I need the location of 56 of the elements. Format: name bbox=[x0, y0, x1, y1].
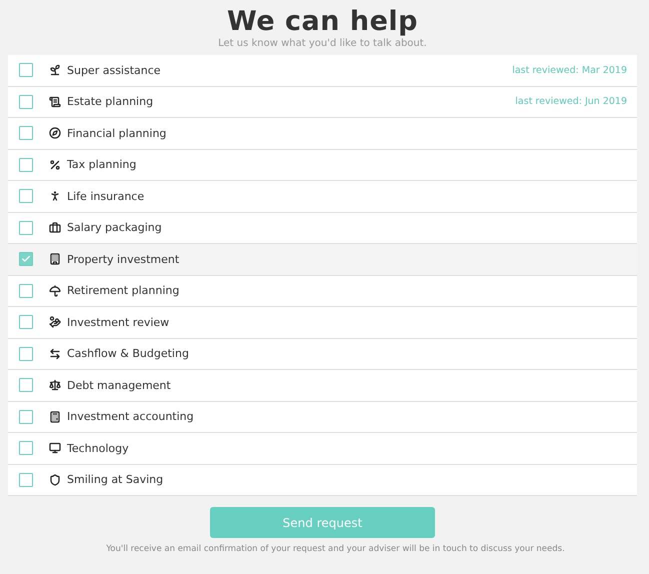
hand-coins-icon bbox=[49, 316, 61, 328]
sprout-icon bbox=[49, 64, 61, 76]
compass-icon bbox=[49, 127, 61, 140]
topic-label: Property investment bbox=[67, 252, 180, 266]
topic-row[interactable]: Tax planning bbox=[8, 150, 637, 181]
checkbox[interactable] bbox=[19, 410, 33, 424]
building-icon bbox=[49, 253, 61, 266]
checkbox[interactable] bbox=[19, 441, 33, 456]
checkbox[interactable] bbox=[19, 220, 33, 235]
topic-row[interactable]: Investment accounting bbox=[8, 402, 637, 433]
topic-label: Estate planning bbox=[67, 95, 154, 108]
last-reviewed-text: last reviewed: Mar 2019 bbox=[512, 64, 627, 76]
monitor-icon bbox=[49, 442, 61, 454]
checkbox[interactable] bbox=[19, 252, 33, 266]
percent-icon bbox=[49, 158, 61, 171]
topic-row[interactable]: Smiling at Saving bbox=[8, 464, 637, 496]
topic-row[interactable]: Cashflow & Budgeting bbox=[8, 338, 637, 370]
checkbox[interactable] bbox=[19, 63, 33, 78]
checkbox[interactable] bbox=[19, 158, 33, 172]
topic-row[interactable]: Salary packaging bbox=[8, 212, 637, 244]
checkbox[interactable] bbox=[19, 126, 33, 140]
checkbox[interactable] bbox=[19, 189, 33, 204]
topic-label: Cashflow & Budgeting bbox=[67, 347, 190, 360]
topic-row[interactable]: Estate planning last reviewed: Jun 2019 bbox=[8, 86, 637, 118]
topic-label: Retirement planning bbox=[67, 284, 180, 298]
briefcase-icon bbox=[49, 222, 61, 234]
topic-row[interactable]: Property investment bbox=[8, 244, 637, 276]
topic-label: Debt management bbox=[67, 378, 172, 392]
topic-label: Investment review bbox=[67, 316, 170, 329]
scale-icon bbox=[49, 379, 61, 392]
topic-label: Smiling at Saving bbox=[67, 473, 164, 486]
checkbox[interactable] bbox=[19, 94, 33, 109]
arrows-icon bbox=[49, 348, 61, 360]
topic-label: Salary packaging bbox=[67, 221, 163, 234]
topic-label: Super assistance bbox=[67, 64, 162, 77]
confirmation-note: You'll receive an email confirmation of your request and your adviser will be in touch to discuss your needs. bbox=[106, 544, 565, 554]
page-subtitle: Let us know what you'd like to talk about. bbox=[218, 38, 427, 49]
umbrella-icon bbox=[49, 284, 61, 297]
topic-label: Tax planning bbox=[67, 158, 138, 172]
scroll-icon bbox=[49, 96, 61, 108]
checkbox[interactable] bbox=[19, 378, 33, 392]
topic-label: Investment accounting bbox=[67, 410, 195, 424]
person-icon bbox=[49, 190, 61, 202]
topic-label: Technology bbox=[67, 442, 130, 455]
calculator-icon bbox=[49, 410, 61, 423]
page-title: We can help bbox=[227, 6, 418, 38]
checkbox[interactable] bbox=[19, 315, 33, 330]
topic-label: Financial planning bbox=[67, 126, 168, 140]
shield-icon bbox=[49, 474, 61, 486]
check-icon bbox=[21, 254, 31, 264]
checkbox[interactable] bbox=[19, 284, 33, 298]
topic-row[interactable]: Retirement planning bbox=[8, 276, 637, 307]
checkbox[interactable] bbox=[19, 346, 33, 361]
topic-label: Life insurance bbox=[67, 190, 146, 203]
checkbox[interactable] bbox=[19, 472, 33, 487]
last-reviewed-text: last reviewed: Jun 2019 bbox=[515, 96, 627, 108]
